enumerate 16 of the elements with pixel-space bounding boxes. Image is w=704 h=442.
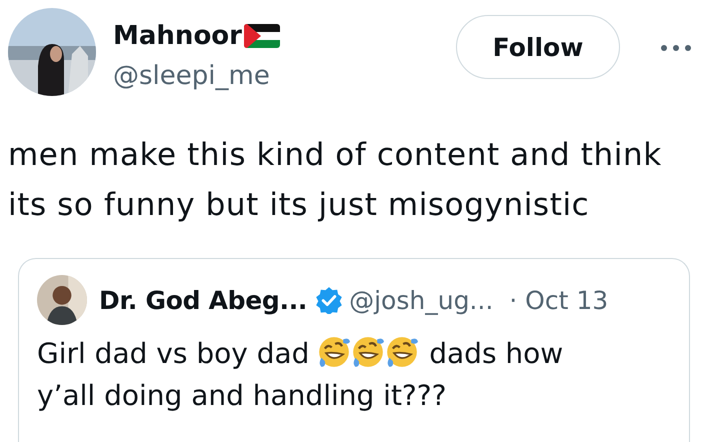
user-handle[interactable]: @josh_ug...: [349, 286, 494, 314]
user-handle[interactable]: @sleepi_me: [113, 58, 456, 94]
post-date[interactable]: · Oct 13: [509, 286, 608, 314]
post-text: y’all doing and handling it???: [37, 378, 447, 414]
more-icon[interactable]: [660, 44, 692, 52]
post-text: men make this kind of content and think its so funny but its just misogynistic: [8, 136, 663, 225]
user-name[interactable]: Mahnoor: [113, 20, 242, 52]
flag-icon: [244, 24, 280, 48]
post-text: dads how: [429, 336, 564, 372]
follow-button[interactable]: Follow: [456, 15, 620, 79]
user-name[interactable]: Dr. God Abeg...: [99, 286, 308, 314]
laughing-emoji-icon: [352, 336, 384, 368]
laughing-emoji-icon: [386, 336, 418, 368]
quoted-post[interactable]: Dr. God Abeg... @josh_ug... · Oct 13 Girl dad vs boy dad dads how y’all doing and handling it???: [18, 258, 690, 442]
post-text: Girl dad vs boy dad: [37, 336, 310, 372]
laughing-emoji-icon: [318, 336, 350, 368]
